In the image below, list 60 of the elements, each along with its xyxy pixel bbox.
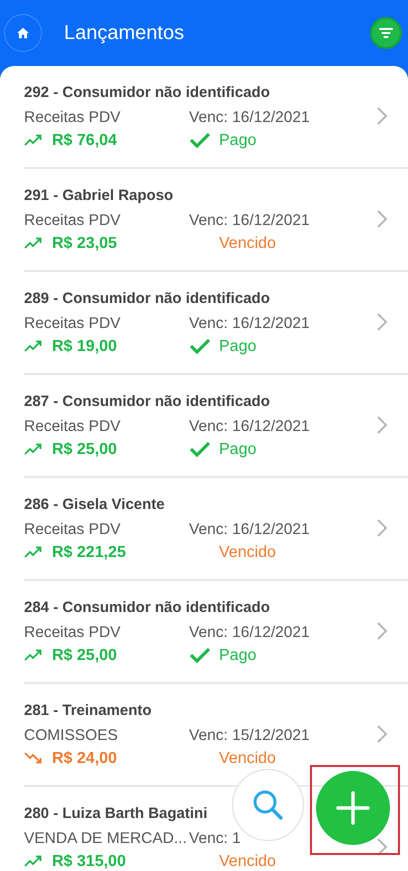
trend-up-icon [24, 854, 44, 868]
category-label: Receitas PDV [24, 622, 122, 642]
status-label: Vencido [219, 234, 276, 254]
amount-value: R$ 24,00 [52, 748, 117, 768]
trend-down-icon [24, 751, 44, 765]
filter-button[interactable] [370, 17, 402, 49]
due-date: Venc: 16/12/2021 [189, 314, 310, 334]
status-label: Vencido [219, 542, 276, 562]
due-date: Venc: 16/12/2021 [189, 210, 310, 230]
page-title: Lançamentos [64, 22, 186, 44]
amount-value: R$ 76,04 [52, 130, 117, 150]
due-date: Venc: 16/12/2021 [189, 622, 310, 642]
filter-icon [379, 27, 393, 39]
trend-up-icon [24, 339, 44, 353]
due-date: Venc: 15/12/2021 [189, 726, 310, 746]
check-icon [189, 441, 211, 457]
amount-value: R$ 25,00 [52, 646, 117, 666]
status-label: Vencido [219, 852, 276, 871]
category-label: COMISSOES [24, 726, 119, 746]
entry-title: 291 - Gabriel Raposo [24, 186, 174, 206]
category-label: Receitas PDV [24, 108, 122, 128]
category-label: Receitas PDV [24, 210, 122, 230]
trend-up-icon [24, 648, 44, 662]
amount-value: R$ 25,00 [52, 440, 117, 460]
entry-title: 284 - Consumidor não identificado [24, 598, 270, 618]
due-date: Venc: 16/12/2021 [189, 520, 310, 540]
trend-up-icon [24, 236, 44, 250]
status-label: Pago [219, 336, 256, 356]
status-label: Pago [219, 646, 256, 666]
entry-title: 286 - Gisela Vicente [24, 494, 165, 514]
category-label: Receitas PDV [24, 314, 122, 334]
entry-title: 292 - Consumidor não identificado [24, 82, 270, 102]
category-label: VENDA DE MERCAD... [24, 828, 188, 848]
status-label: Pago [219, 440, 256, 460]
trend-up-icon [24, 442, 44, 456]
check-icon [189, 338, 211, 354]
trend-up-icon [24, 133, 44, 147]
home-button[interactable] [4, 14, 42, 52]
amount-value: R$ 315,00 [52, 852, 126, 871]
due-date: Venc: 16/12/2021 [189, 416, 310, 436]
amount-value: R$ 221,25 [52, 542, 126, 562]
amount-value: R$ 23,05 [52, 234, 117, 254]
entry-title: 287 - Consumidor não identificado [24, 392, 270, 412]
due-date: Venc: 16/12/2021 [189, 108, 310, 128]
chevron-right-icon[interactable] [376, 836, 388, 856]
entry-title: 280 - Luiza Barth Bagatini [24, 804, 208, 824]
entry-title: 281 - Treinamento [24, 700, 152, 720]
status-label: Vencido [219, 748, 276, 768]
check-icon [189, 647, 211, 663]
home-icon [16, 26, 30, 40]
category-label: Receitas PDV [24, 416, 122, 436]
status-label: Pago [219, 130, 256, 150]
category-label: Receitas PDV [24, 520, 122, 540]
amount-value: R$ 19,00 [52, 336, 117, 356]
search-icon [252, 789, 284, 821]
due-date: Venc: 1 [189, 828, 241, 848]
check-icon [189, 132, 211, 148]
entry-title: 289 - Consumidor não identificado [24, 288, 270, 308]
trend-up-icon [24, 545, 44, 559]
plus-icon [335, 790, 371, 826]
